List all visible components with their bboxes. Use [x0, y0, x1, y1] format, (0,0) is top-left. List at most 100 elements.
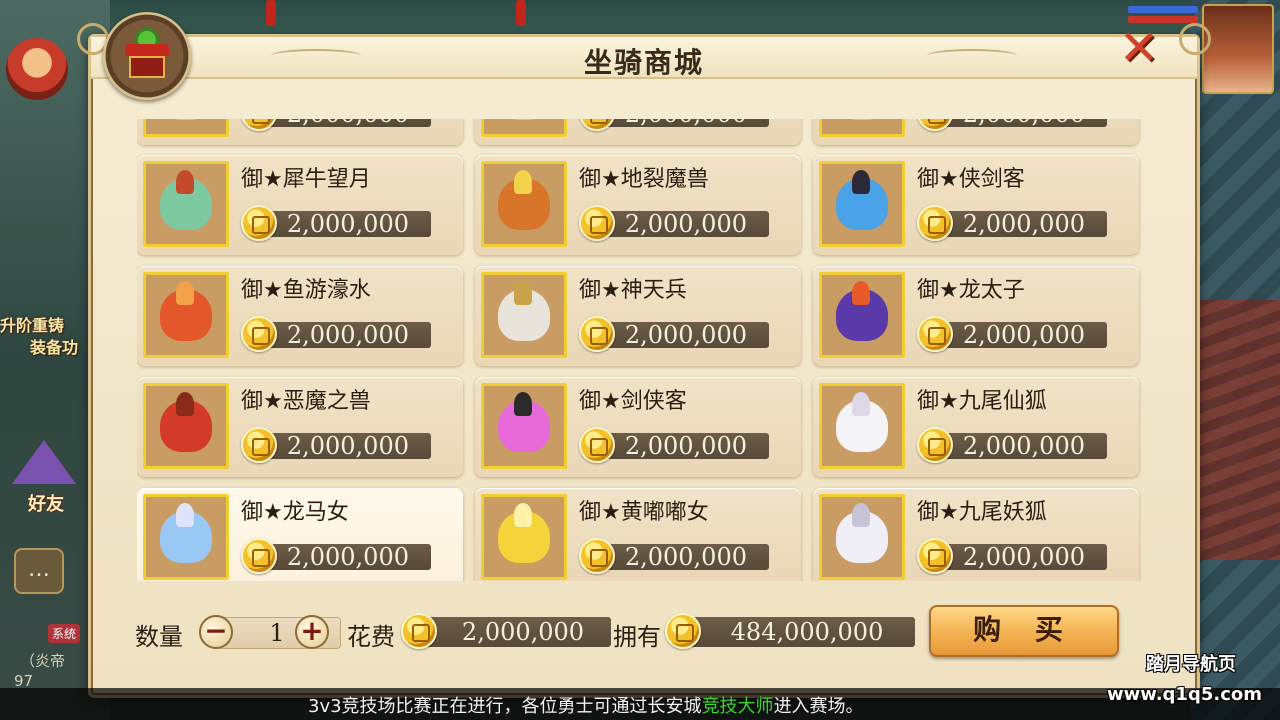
mount-card[interactable]: 御★黄嘟嘟女 2,000,000	[475, 488, 801, 581]
gold-coin-icon	[917, 427, 953, 463]
mount-thumbnail	[143, 383, 229, 469]
mount-name: 御★地裂魔兽	[579, 167, 709, 192]
mount-thumbnail	[143, 119, 229, 137]
price-bar: 2,000,000	[599, 210, 769, 238]
cost-value: 2,000,000	[461, 618, 585, 646]
mount-card[interactable]: 御★九尾妖狐 2,000,000	[813, 488, 1139, 581]
mount-card[interactable]: 御★剑侠客 2,000,000	[475, 377, 801, 477]
mount-name: 御★黄嘟嘟女	[579, 500, 709, 525]
cost-label: 花费	[347, 623, 395, 651]
watermark-url: www.q1q5.com	[1106, 684, 1262, 705]
mount-price: 2,000,000	[286, 321, 409, 349]
mount-price: 2,000,000	[624, 432, 747, 460]
lantern-decoration	[266, 0, 276, 26]
mount-thumbnail	[819, 161, 905, 247]
mount-thumbnail	[143, 272, 229, 358]
mount-thumbnail	[481, 272, 567, 358]
gold-coin-icon	[241, 538, 277, 574]
close-x-icon[interactable]: ✕	[1112, 22, 1166, 74]
mount-card[interactable]: 御★九尾仙狐 2,000,000	[813, 377, 1139, 477]
price-bar: 2,000,000	[261, 432, 431, 460]
rider-figure	[176, 170, 194, 194]
mount-name: 御★九尾妖狐	[917, 500, 1047, 525]
mount-price: 2,000,000	[286, 543, 409, 571]
mount-thumbnail	[819, 272, 905, 358]
gold-coin-icon	[917, 119, 953, 131]
mount-card[interactable]: 御★龙马女 2,000,000	[137, 488, 463, 581]
rider-figure	[852, 281, 870, 305]
mount-price: 2,000,000	[599, 119, 769, 128]
announcement-link[interactable]: 竞技大师	[702, 696, 774, 717]
chat-bubble-icon[interactable]: …	[14, 548, 64, 594]
mount-card[interactable]: 御★龙太子 2,000,000	[813, 266, 1139, 366]
mount-price: 2,000,000	[624, 543, 747, 571]
gold-coin-icon	[579, 316, 615, 352]
price-bar: 2,000,000	[937, 321, 1107, 349]
mount-card[interactable]: 御★侠剑客 2,000,000	[813, 155, 1139, 255]
price-bar: 2,000,000	[261, 210, 431, 238]
mount-thumbnail	[143, 161, 229, 247]
price-bar: 2,000,000	[599, 432, 769, 460]
mount-thumbnail	[819, 494, 905, 580]
friend-button-label[interactable]: 好友	[28, 490, 64, 516]
rider-figure	[176, 503, 194, 527]
mount-thumbnail	[481, 119, 567, 137]
gold-coin-icon	[579, 427, 615, 463]
page-title: 坐骑商城	[583, 46, 704, 79]
owned-value-bar: 484,000,000	[685, 617, 915, 647]
announcement-text: 3v3竞技场比赛正在进行，各位勇士可通过长安城竞技大师进入赛场。	[308, 692, 864, 718]
mount-figure	[160, 119, 212, 120]
mount-card[interactable]: 2,000,000	[813, 119, 1139, 145]
gold-coin-icon	[665, 613, 701, 649]
mount-card[interactable]: 御★神天兵 2,000,000	[475, 266, 801, 366]
player-avatar[interactable]	[1202, 4, 1274, 94]
price-bar: 2,000,000	[261, 543, 431, 571]
gold-coin-icon	[579, 119, 615, 131]
god-of-wealth-icon[interactable]	[6, 38, 68, 100]
price-bar: 2,000,000	[937, 210, 1107, 238]
plus-button[interactable]: +	[295, 615, 329, 649]
rider-figure	[852, 392, 870, 416]
mount-price: 2,000,000	[937, 119, 1107, 128]
rider-figure	[176, 392, 194, 416]
cost-value-bar: 2,000,000	[421, 617, 611, 647]
lantern-decoration	[516, 0, 526, 26]
mount-list[interactable]: 2,000,000 2,000,000 2,000,000 御★犀牛望月 2,000,0…	[137, 119, 1149, 581]
mount-card[interactable]: 2,000,000	[137, 119, 463, 145]
mount-card[interactable]: 御★恶魔之兽 2,000,000	[137, 377, 463, 477]
chat-line: （炎帝	[20, 652, 66, 670]
mount-thumbnail	[143, 494, 229, 580]
shop-badge	[103, 12, 191, 100]
mount-price: 2,000,000	[962, 321, 1085, 349]
announcement-prefix: 3v3竞技场比赛正在进行，各位勇士可通过长安城	[308, 696, 702, 717]
gold-coin-icon	[241, 427, 277, 463]
owned-label: 拥有	[613, 623, 661, 651]
buy-button[interactable]: 购 买	[929, 605, 1119, 657]
mount-thumbnail	[481, 383, 567, 469]
mount-name: 御★龙马女	[241, 500, 349, 525]
mount-price: 2,000,000	[962, 432, 1085, 460]
mount-card[interactable]: 御★犀牛望月 2,000,000	[137, 155, 463, 255]
gold-coin-icon	[401, 613, 437, 649]
mount-thumbnail	[819, 383, 905, 469]
rider-figure	[514, 281, 532, 305]
announcement-bar: 3v3竞技场比赛正在进行，各位勇士可通过长安城竞技大师进入赛场。	[0, 688, 1280, 720]
mount-card[interactable]: 御★地裂魔兽 2,000,000	[475, 155, 801, 255]
game-background-roof	[1190, 300, 1280, 560]
mount-name: 御★剑侠客	[579, 389, 687, 414]
mount-card[interactable]: 御★鱼游濠水 2,000,000	[137, 266, 463, 366]
panel-titlebar: 坐骑商城	[91, 37, 1197, 79]
price-bar: 2,000,000	[599, 119, 769, 128]
sidebar-partial-text: 升阶重铸	[0, 316, 65, 335]
game-top-strip	[0, 0, 1280, 34]
price-bar: 2,000,000	[937, 432, 1107, 460]
gold-coin-icon	[917, 538, 953, 574]
gold-coin-icon	[241, 205, 277, 241]
mount-card[interactable]: 2,000,000	[475, 119, 801, 145]
minus-button[interactable]: −	[199, 615, 233, 649]
rider-figure	[852, 503, 870, 527]
mount-price: 2,000,000	[624, 210, 747, 238]
mount-name: 御★九尾仙狐	[917, 389, 1047, 414]
system-tag: 系统	[48, 624, 81, 643]
owned-value: 484,000,000	[730, 618, 884, 646]
